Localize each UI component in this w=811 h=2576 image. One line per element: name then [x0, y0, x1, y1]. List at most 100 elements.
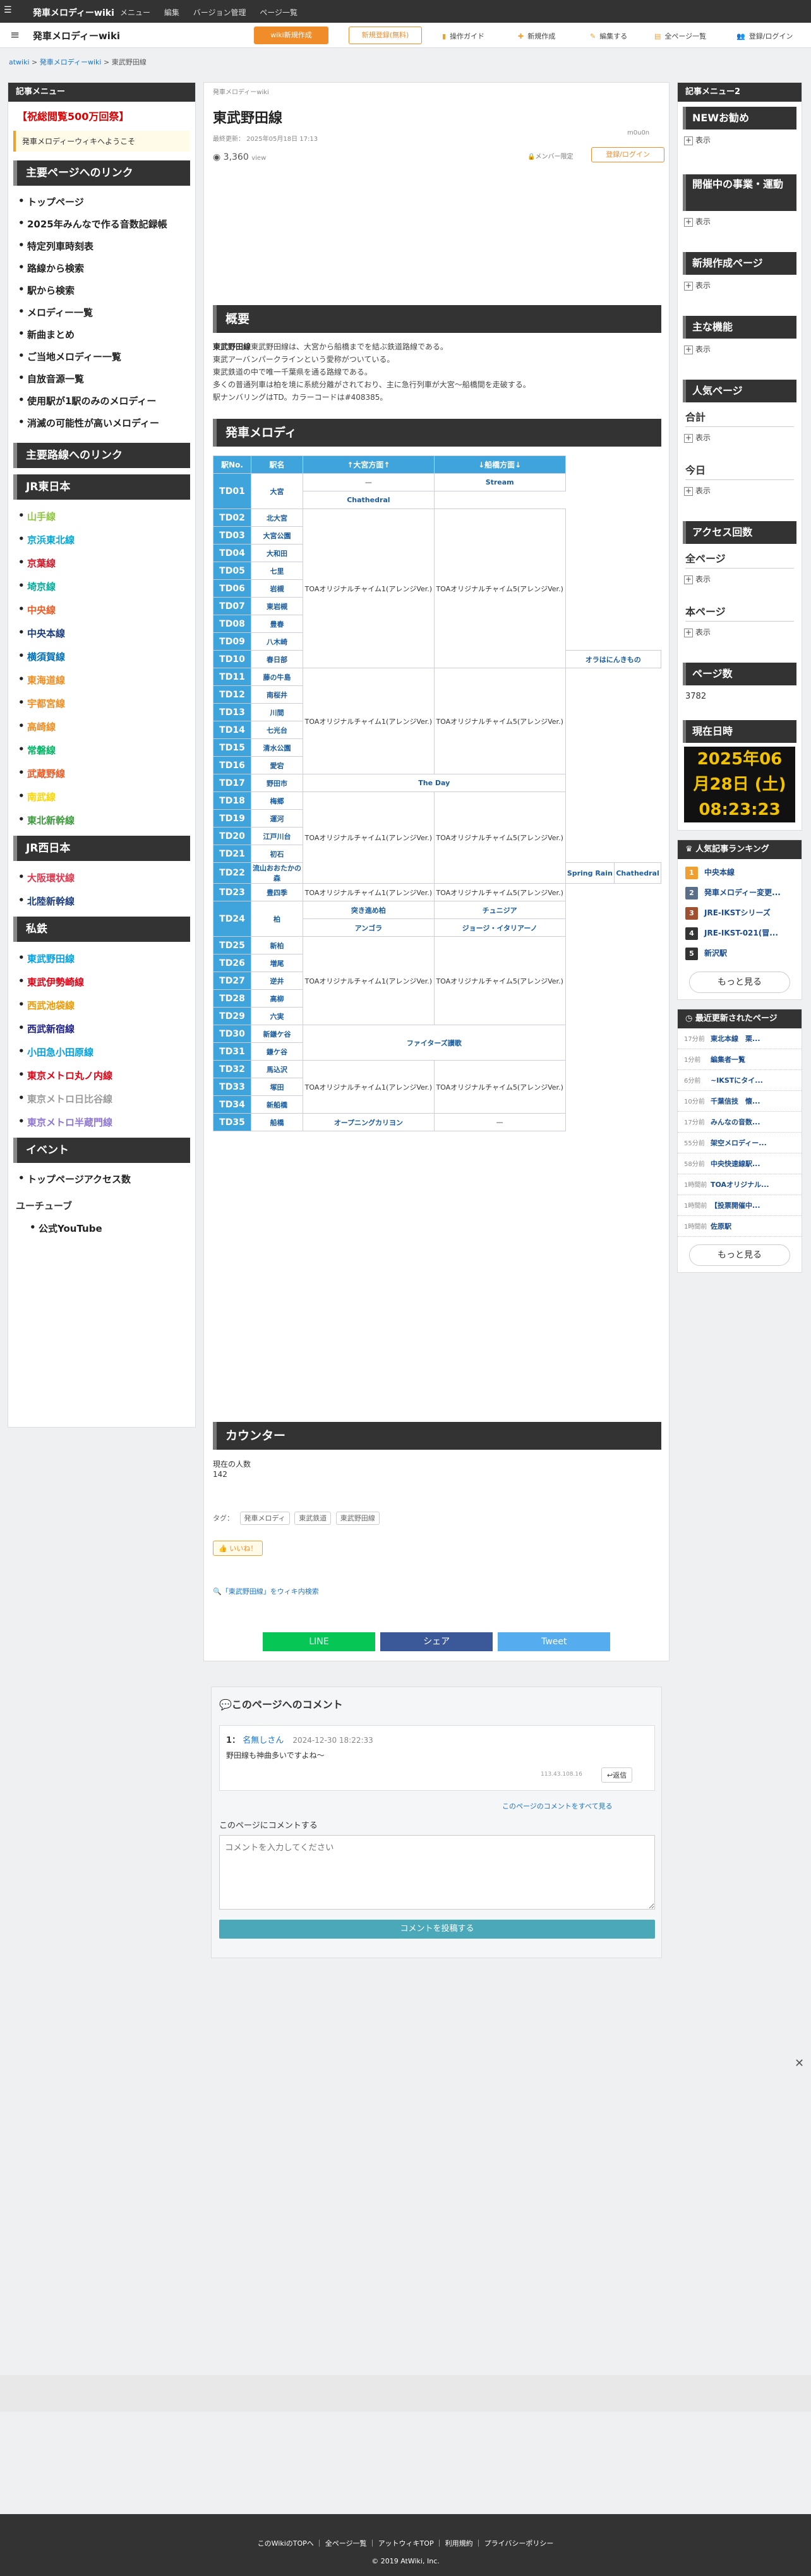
footer-link[interactable]: このWikiのTOPへ: [258, 2539, 314, 2548]
line-link[interactable]: 小田急小田原線: [18, 1040, 190, 1064]
line-link[interactable]: 山手線: [18, 505, 190, 528]
page-login-button[interactable]: 登録/ログイン: [591, 147, 664, 162]
recent-item[interactable]: 1時間前 佐原駅: [678, 1216, 802, 1237]
line-link[interactable]: 西武新宿線: [18, 1017, 190, 1040]
station-name[interactable]: 塚田: [251, 1078, 303, 1096]
tool-login[interactable]: 👥 登録/ログイン: [736, 31, 793, 41]
footer-link[interactable]: 全ページ一覧: [325, 2539, 367, 2548]
wiki-search-link[interactable]: 🔍「東武野田線」をウィキ内検索: [213, 1586, 319, 1596]
station-name[interactable]: 新柏: [251, 936, 303, 954]
show-functions[interactable]: 表示: [684, 344, 795, 354]
red-notice[interactable]: 【祝総閲覧500万回祭】: [8, 102, 195, 123]
share-facebook-button[interactable]: シェア: [380, 1632, 493, 1651]
station-name[interactable]: 大宮: [251, 473, 303, 509]
line-link[interactable]: 北陸新幹線: [18, 889, 190, 913]
youtube-item[interactable]: 公式YouTube: [30, 1217, 190, 1239]
show-total[interactable]: 表示: [684, 432, 795, 443]
station-name[interactable]: 運河: [251, 809, 303, 828]
menu-item-pages[interactable]: ページ一覧: [260, 8, 297, 17]
nav-link[interactable]: 特定列車時刻表: [18, 235, 190, 257]
recent-item[interactable]: 1分前 編集者一覧: [678, 1049, 802, 1070]
nav-link[interactable]: 駅から検索: [18, 279, 190, 301]
ranking-item[interactable]: 5 新沢駅: [678, 944, 802, 964]
tag-item[interactable]: 発車メロディ: [239, 1512, 290, 1525]
nav-link[interactable]: 消滅の可能性が高いメロディー: [18, 412, 190, 434]
recent-item[interactable]: 17分前 みんなの音数...: [678, 1112, 802, 1133]
station-name[interactable]: 新船橋: [251, 1095, 303, 1114]
show-access-all[interactable]: 表示: [684, 574, 795, 584]
menu-item-version[interactable]: バージョン管理: [193, 8, 246, 17]
melody-cell[interactable]: アンゴラ: [303, 918, 435, 937]
line-link[interactable]: 京葉線: [18, 551, 190, 575]
ranking-more-button[interactable]: もっと見る: [689, 972, 790, 993]
station-name[interactable]: 豊春: [251, 615, 303, 633]
line-link[interactable]: 西武池袋線: [18, 994, 190, 1017]
recent-item[interactable]: 1時間前 TOAオリジナル...: [678, 1174, 802, 1195]
breadcrumb-atwiki[interactable]: atwiki: [9, 58, 30, 66]
line-link[interactable]: 高崎線: [18, 715, 190, 738]
line-link[interactable]: 東京メトロ半蔵門線: [18, 1110, 190, 1134]
melody-cell[interactable]: オラはにんきもの: [565, 650, 662, 668]
melody-cell[interactable]: Chathedral: [303, 491, 435, 509]
station-name[interactable]: 野田市: [251, 774, 303, 792]
station-name[interactable]: 清水公園: [251, 738, 303, 757]
line-link[interactable]: 東北新幹線: [18, 809, 190, 832]
station-name[interactable]: 江戸川台: [251, 827, 303, 845]
melody-cell[interactable]: ジョージ・イタリアーノ: [433, 918, 566, 937]
station-name[interactable]: 大和田: [251, 544, 303, 562]
recent-item[interactable]: 55分前 架空メロディー...: [678, 1133, 802, 1153]
melody-cell[interactable]: 突き進め柏: [303, 901, 435, 919]
station-name[interactable]: 大宮公園: [251, 526, 303, 545]
register-button[interactable]: 新規登録(無料): [349, 27, 422, 44]
footer-link[interactable]: 利用規約: [445, 2539, 473, 2548]
melody-cell[interactable]: チュニジア: [433, 901, 566, 919]
nav-link[interactable]: 使用駅が1駅のみのメロディー: [18, 390, 190, 412]
station-name[interactable]: 増尾: [251, 954, 303, 972]
station-name[interactable]: 川間: [251, 703, 303, 721]
line-link[interactable]: 埼京線: [18, 575, 190, 598]
station-name[interactable]: 七里: [251, 562, 303, 580]
line-link[interactable]: 中央本線: [18, 622, 190, 645]
station-name[interactable]: 梅郷: [251, 791, 303, 810]
recent-item[interactable]: 10分前 千葉信技 懐...: [678, 1091, 802, 1112]
station-name[interactable]: 愛宕: [251, 756, 303, 774]
footer-link[interactable]: プライバシーポリシー: [484, 2539, 554, 2548]
all-comments-link[interactable]: このページのコメントをすべて見る: [502, 1801, 613, 1811]
station-name[interactable]: 南桜井: [251, 685, 303, 704]
recent-item[interactable]: 58分前 中央快速線駅...: [678, 1153, 802, 1174]
station-name[interactable]: 東岩槻: [251, 597, 303, 615]
melody-cell[interactable]: オープニングカリヨン: [303, 1113, 435, 1131]
line-link[interactable]: 横須賀線: [18, 645, 190, 668]
ranking-item[interactable]: 3 JRE-IKSTシリーズ: [678, 903, 802, 924]
line-link[interactable]: 東武野田線: [18, 947, 190, 970]
recent-more-button[interactable]: もっと見る: [689, 1244, 790, 1266]
station-name[interactable]: 高柳: [251, 989, 303, 1008]
station-name[interactable]: 新鎌ケ谷: [251, 1025, 303, 1043]
event-item[interactable]: トップページアクセス数: [18, 1168, 190, 1190]
share-twitter-button[interactable]: Tweet: [498, 1632, 611, 1651]
station-name[interactable]: 岩槻: [251, 579, 303, 598]
station-name[interactable]: 七光台: [251, 721, 303, 739]
reply-button[interactable]: ↩返信: [601, 1767, 633, 1783]
melody-cell[interactable]: ファイターズ讃歌: [303, 1025, 566, 1061]
top-title[interactable]: 発車メロディーwiki: [33, 6, 114, 19]
close-icon[interactable]: ✕: [795, 2057, 804, 2070]
wiki-new-button[interactable]: wiki新規作成: [254, 27, 328, 44]
nav-link[interactable]: 新曲まとめ: [18, 323, 190, 346]
melody-cell[interactable]: Stream: [433, 473, 566, 491]
show-newpages[interactable]: 表示: [684, 280, 795, 291]
nav-link[interactable]: 自放音源一覧: [18, 368, 190, 390]
melody-cell[interactable]: Spring Rain: [565, 862, 615, 884]
show-events[interactable]: 表示: [684, 216, 795, 227]
line-link[interactable]: 中央線: [18, 598, 190, 622]
like-button[interactable]: 👍 いいね！: [213, 1541, 263, 1556]
footer-link[interactable]: アットウィキTOP: [378, 2539, 434, 2548]
line-link[interactable]: 東京メトロ日比谷線: [18, 1087, 190, 1110]
melody-cell[interactable]: The Day: [303, 774, 566, 792]
comment-textarea[interactable]: [219, 1835, 655, 1910]
line-link[interactable]: 常磐線: [18, 738, 190, 762]
ranking-item[interactable]: 1 中央本線: [678, 863, 802, 883]
line-link[interactable]: 大阪環状線: [18, 866, 190, 889]
station-name[interactable]: 逆井: [251, 972, 303, 990]
station-name[interactable]: 馬込沢: [251, 1060, 303, 1078]
